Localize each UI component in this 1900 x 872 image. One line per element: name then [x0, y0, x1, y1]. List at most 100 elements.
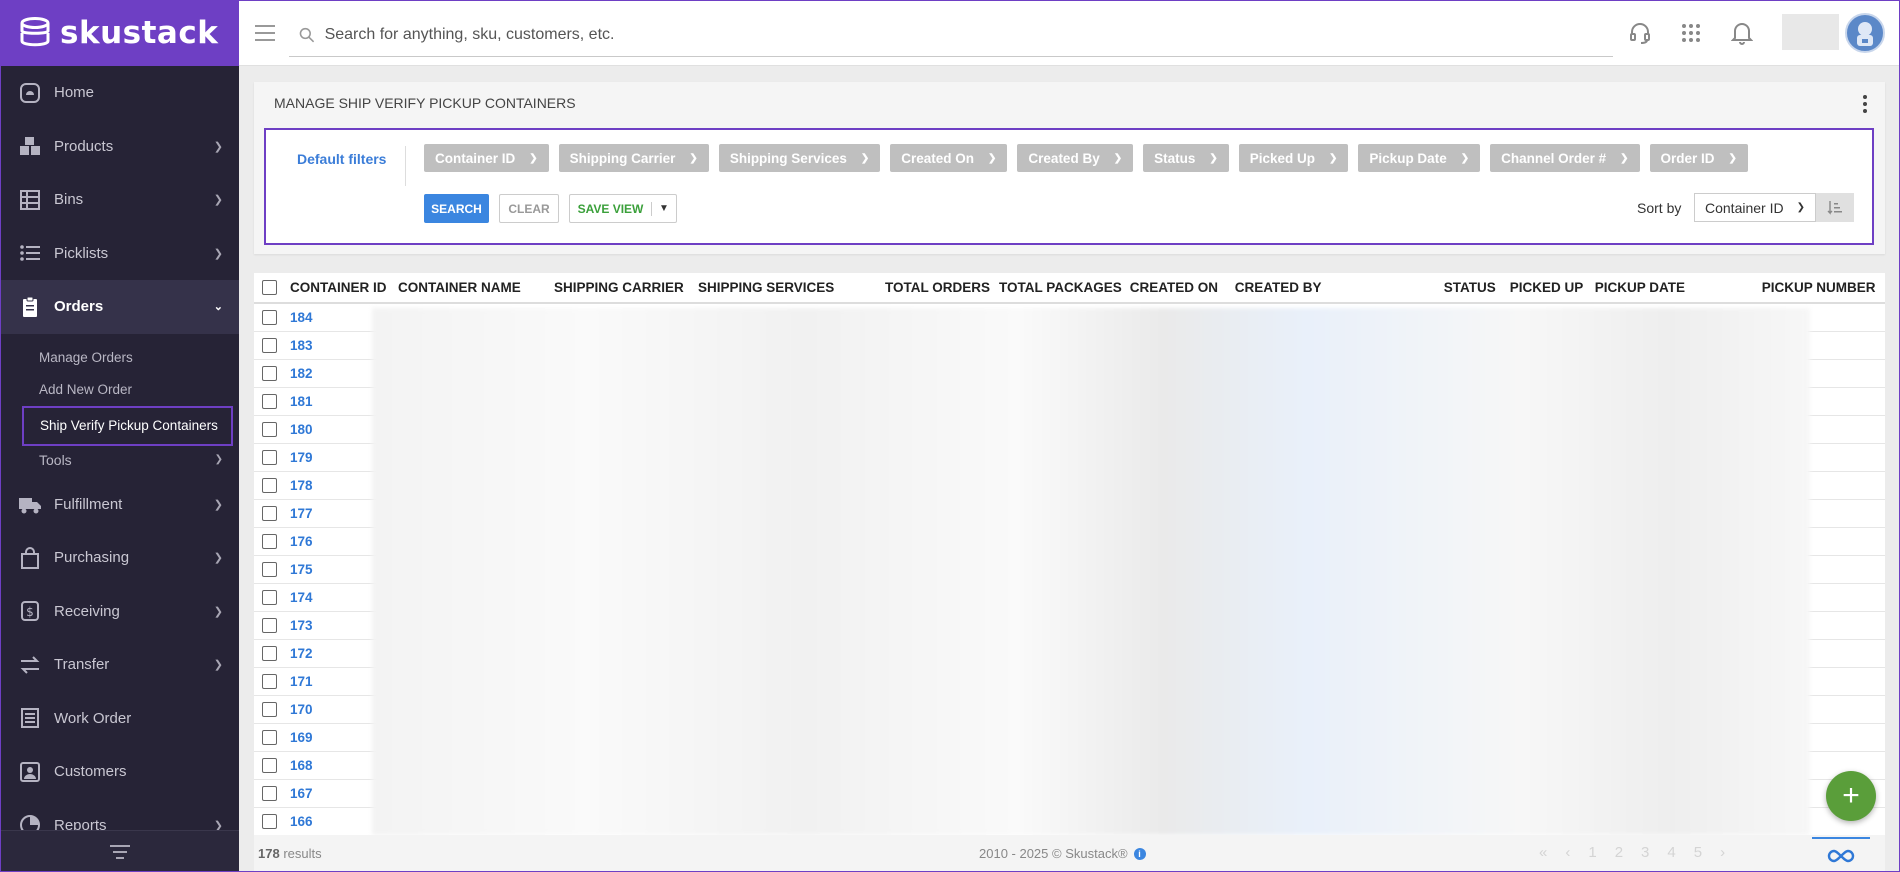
- prev-page-icon[interactable]: ‹: [1565, 844, 1570, 861]
- row-checkbox[interactable]: [262, 393, 277, 409]
- row-select-cell: [254, 779, 286, 808]
- support-button[interactable]: [1627, 20, 1653, 46]
- row-checkbox[interactable]: [262, 673, 277, 689]
- notifications-button[interactable]: [1729, 20, 1755, 46]
- page-number[interactable]: 3: [1641, 844, 1649, 861]
- logo[interactable]: skustack: [0, 0, 239, 66]
- pagination: « ‹ 1 2 3 4 5 ›: [1539, 844, 1725, 861]
- filter-chip-status[interactable]: Status ❯: [1143, 144, 1229, 172]
- sidebar-collapse-button[interactable]: [0, 830, 239, 872]
- chip-label: Pickup Date: [1369, 150, 1447, 166]
- row-checkbox[interactable]: [262, 785, 277, 801]
- row-checkbox[interactable]: [262, 701, 277, 717]
- search-button[interactable]: SEARCH: [424, 194, 489, 223]
- sidebar: skustack Home Products ❯ Bins ❯ Picklist…: [0, 0, 239, 872]
- next-page-icon[interactable]: ›: [1720, 844, 1725, 861]
- sort-select[interactable]: Container ID ❯: [1694, 193, 1816, 222]
- sidebar-item-purchasing[interactable]: Purchasing ❯: [0, 531, 239, 585]
- select-all-checkbox[interactable]: [262, 280, 277, 296]
- apps-button[interactable]: [1678, 20, 1704, 46]
- search-input[interactable]: [324, 26, 1613, 44]
- column-header[interactable]: PICKUP NUMBER: [1757, 273, 1885, 304]
- picklists-icon: [18, 241, 42, 265]
- row-checkbox[interactable]: [262, 589, 277, 605]
- row-checkbox[interactable]: [262, 310, 277, 326]
- sidebar-item-fulfillment[interactable]: Fulfillment ❯: [0, 478, 239, 532]
- sidebar-item-label: Purchasing: [54, 549, 130, 567]
- row-checkbox[interactable]: [262, 617, 277, 633]
- sidebar-subitem-ship-verify-pickup-containers[interactable]: Ship Verify Pickup Containers: [22, 405, 233, 446]
- page-number[interactable]: 2: [1615, 844, 1623, 861]
- orders-icon: [18, 295, 42, 319]
- column-header[interactable]: SHIPPING SERVICES: [694, 273, 881, 304]
- sidebar-item-bins[interactable]: Bins ❯: [0, 173, 239, 227]
- sidebar-item-products[interactable]: Products ❯: [0, 120, 239, 174]
- add-container-fab[interactable]: +: [1826, 771, 1876, 821]
- filter-chip-pickup-date[interactable]: Pickup Date ❯: [1358, 144, 1481, 172]
- row-checkbox[interactable]: [262, 477, 277, 493]
- chevron-down-icon: ❯: [213, 247, 223, 260]
- page-number[interactable]: 5: [1694, 844, 1702, 861]
- column-header[interactable]: CONTAINER ID: [286, 273, 394, 304]
- column-header[interactable]: CREATED BY: [1230, 273, 1440, 304]
- svg-text:$: $: [26, 605, 34, 619]
- sidebar-item-picklists[interactable]: Picklists ❯: [0, 227, 239, 281]
- sidebar-subitem-manage-orders[interactable]: Manage Orders: [0, 342, 239, 374]
- more-options-button[interactable]: [1855, 92, 1875, 116]
- page-number[interactable]: 4: [1667, 844, 1675, 861]
- page-number[interactable]: 1: [1588, 844, 1596, 861]
- menu-toggle-button[interactable]: [239, 0, 291, 66]
- filter-chip-created-by[interactable]: Created By ❯: [1017, 144, 1134, 172]
- row-checkbox[interactable]: [262, 337, 277, 353]
- filter-chip-created-on[interactable]: Created On ❯: [890, 144, 1008, 172]
- row-select-cell: [254, 723, 286, 752]
- row-checkbox[interactable]: [262, 505, 277, 521]
- row-checkbox[interactable]: [262, 421, 277, 437]
- infinite-scroll-toggle[interactable]: [1812, 837, 1870, 872]
- sidebar-item-orders[interactable]: Orders ⌄: [0, 280, 239, 334]
- column-header[interactable]: PICKED UP: [1505, 273, 1591, 304]
- row-checkbox[interactable]: [262, 533, 277, 549]
- row-checkbox[interactable]: [262, 813, 277, 829]
- column-header[interactable]: SHIPPING CARRIER: [550, 273, 694, 304]
- user-name-box[interactable]: [1782, 14, 1839, 50]
- sidebar-item-customers[interactable]: Customers: [0, 745, 239, 799]
- sort-value: Container ID: [1705, 199, 1784, 216]
- first-page-icon[interactable]: «: [1539, 844, 1547, 861]
- info-icon[interactable]: i: [1133, 847, 1146, 860]
- row-checkbox[interactable]: [262, 645, 277, 661]
- filter-chip-order-id[interactable]: Order ID ❯: [1649, 144, 1748, 172]
- column-header[interactable]: STATUS: [1439, 273, 1506, 304]
- row-checkbox[interactable]: [262, 757, 277, 773]
- sidebar-item-receiving[interactable]: $ Receiving ❯: [0, 585, 239, 639]
- sidebar-item-transfer[interactable]: Transfer ❯: [0, 638, 239, 692]
- sidebar-item-home[interactable]: Home: [0, 66, 239, 120]
- column-header[interactable]: PICKUP DATE: [1590, 273, 1758, 304]
- row-checkbox[interactable]: [262, 729, 277, 745]
- clear-button[interactable]: CLEAR: [499, 194, 559, 223]
- save-view-dropdown[interactable]: ▼: [652, 203, 676, 214]
- save-view-button[interactable]: SAVE VIEW: [570, 201, 652, 216]
- column-header[interactable]: TOTAL ORDERS: [881, 273, 995, 304]
- chevron-down-icon: ❯: [529, 152, 538, 164]
- avatar[interactable]: [1845, 13, 1885, 53]
- column-header[interactable]: CREATED ON: [1125, 273, 1231, 304]
- sort-direction-button[interactable]: [1816, 193, 1854, 222]
- sidebar-item-work-order[interactable]: Work Order: [0, 692, 239, 746]
- filter-chip-channel-order[interactable]: Channel Order # ❯: [1490, 144, 1640, 172]
- filter-chip-container-id[interactable]: Container ID ❯: [424, 144, 549, 172]
- filter-chip-picked-up[interactable]: Picked Up ❯: [1238, 144, 1349, 172]
- row-checkbox[interactable]: [262, 365, 277, 381]
- sidebar-subitem-add-new-order[interactable]: Add New Order: [0, 374, 239, 406]
- chip-label: Order ID: [1660, 150, 1715, 166]
- column-header[interactable]: CONTAINER NAME: [394, 273, 550, 304]
- default-filters-link[interactable]: Default filters: [297, 151, 386, 167]
- chip-label: Container ID: [435, 150, 516, 166]
- row-checkbox[interactable]: [262, 561, 277, 577]
- sidebar-subitem-tools[interactable]: Tools ❯: [0, 446, 239, 474]
- filter-chip-shipping-services[interactable]: Shipping Services ❯: [718, 144, 881, 172]
- row-checkbox[interactable]: [262, 449, 277, 465]
- column-header[interactable]: TOTAL PACKAGES: [995, 273, 1126, 304]
- logo-icon: [20, 17, 50, 47]
- filter-chip-shipping-carrier[interactable]: Shipping Carrier ❯: [558, 144, 709, 172]
